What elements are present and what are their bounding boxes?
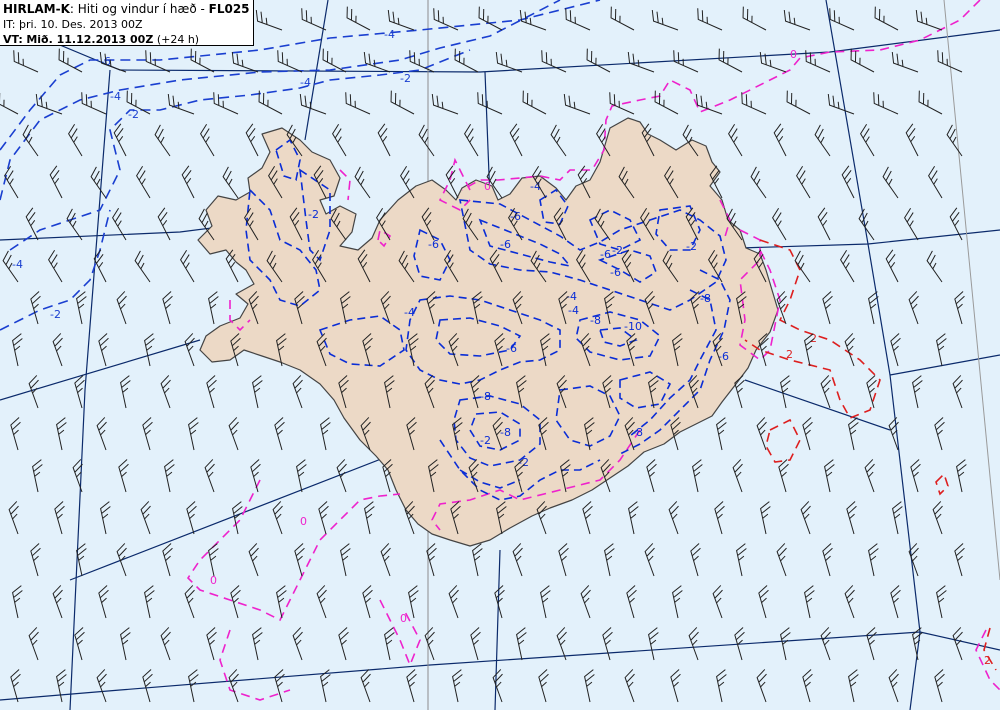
contour-label: -2 [128,108,139,121]
contour-label: -10 [624,320,642,333]
contour-label: -6 [506,342,517,355]
contour-label: 0 [400,612,407,625]
contour-label: -2 [480,434,491,447]
contour-label: -4 [300,76,311,89]
contour-label: -2 [400,72,411,85]
model-separator: : [69,2,74,16]
contour-label: -6 [610,266,621,279]
header-line-title: HIRLAM-K: Hiti og vindur í hæð - FL025 [3,2,250,17]
contour-label: -8 [590,314,601,327]
contour-label: -4 [568,304,579,317]
contour-label: -2 [308,208,319,221]
map-description: Hiti og vindur í hæð - [77,2,205,16]
map-canvas: -6 -4 -4 -2 -2 -4 -2 -4 0 0 0 0 0 2 2 2 … [0,0,1000,710]
contour-label: -8 [480,390,491,403]
contour-label: -6 [718,350,729,363]
contour-label: 2 [786,348,793,361]
map-header: HIRLAM-K: Hiti og vindur í hæð - FL025 I… [0,0,254,46]
valid-time-date: Mið. 11.12.2013 00Z [26,33,154,46]
contour-label: -2 [612,244,623,257]
contour-label: -6 [500,238,511,251]
initial-time: IT: þri. 10. Des. 2013 00Z [3,18,143,31]
contour-label: -6 [600,248,611,261]
contour-label: -4 [110,90,121,103]
model-name: HIRLAM-K [3,2,70,16]
contour-label: -2 [686,240,697,253]
contour-label: -4 [12,258,23,271]
contour-label: -8 [500,426,511,439]
valid-time-offset: (+24 h) [156,33,200,46]
contour-label: -8 [700,292,711,305]
contour-label: 0 [300,515,307,528]
contour-label: -4 [384,28,395,41]
weather-map: -6 -4 -4 -2 -2 -4 -2 -4 0 0 0 0 0 2 2 2 … [0,0,1000,710]
valid-time-prefix: VT: [3,33,23,46]
contour-label: 0 [790,48,797,61]
contour-label: -2 [50,308,61,321]
contour-label: 0 [484,180,491,193]
flight-level: FL025 [208,2,250,16]
contour-label: 2 [984,654,991,667]
header-line-valid-time: VT: Mið. 11.12.2013 00Z (+24 h) [3,32,250,47]
contour-label: -8 [632,426,643,439]
contour-label: -4 [404,306,415,319]
